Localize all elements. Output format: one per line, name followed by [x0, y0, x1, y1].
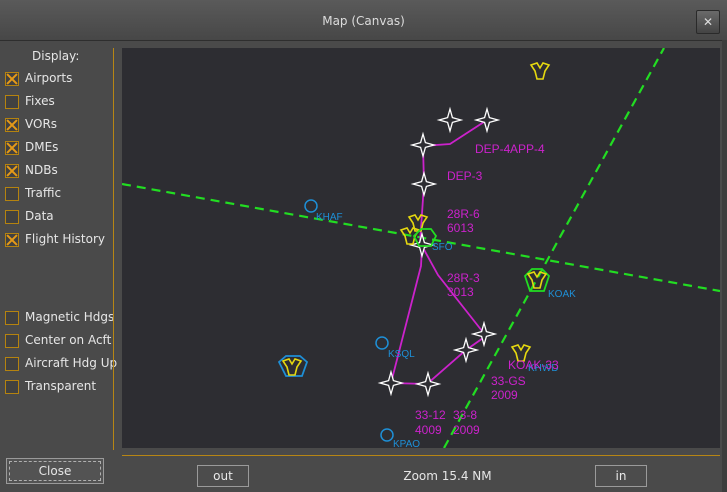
- sidebar-divider: [113, 48, 114, 450]
- option-label: NDBs: [25, 163, 58, 177]
- zoom-label: Zoom 15.4 NM: [403, 469, 492, 483]
- waypoint-star-icon: [438, 108, 462, 132]
- route-label: 28R-6: [447, 207, 480, 221]
- airport-icon: [380, 428, 394, 442]
- transparent-checkbox[interactable]: [5, 380, 19, 394]
- option-label: Fixes: [25, 94, 55, 108]
- airport-label: KPAO: [393, 439, 420, 448]
- airports-checkbox[interactable]: [5, 72, 19, 86]
- aircraft-hdg-up-checkbox[interactable]: [5, 357, 19, 371]
- route-label: 33-GS: [491, 374, 526, 388]
- option-label: Airports: [25, 71, 73, 85]
- route-label: 2009: [491, 388, 518, 402]
- close-button[interactable]: Close: [6, 458, 104, 484]
- ndbs-checkbox[interactable]: [5, 164, 19, 178]
- flight-history-checkbox[interactable]: [5, 233, 19, 247]
- window-title: Map (Canvas): [322, 14, 405, 28]
- title-bar[interactable]: Map (Canvas) ✕: [0, 0, 727, 41]
- option-label: Aircraft Hdg Up: [25, 356, 118, 370]
- magnetic-hdgs-checkbox[interactable]: [5, 311, 19, 325]
- airport-label: KHAF: [316, 212, 343, 223]
- map-svg: KHAF KSQL KPAO KOAK KHWD SFO DEP-4 APP-4…: [122, 48, 720, 448]
- option-label: Data: [25, 209, 54, 223]
- option-label: Traffic: [25, 186, 62, 200]
- route-label: DEP-4: [475, 142, 511, 156]
- route-label: 33-8: [453, 408, 477, 422]
- route-label: APP-4: [510, 142, 545, 156]
- waypoint-star-icon: [412, 172, 436, 196]
- data-checkbox[interactable]: [5, 210, 19, 224]
- airport-icon: [375, 336, 389, 350]
- airport-icon: [304, 199, 318, 213]
- display-label: Display:: [32, 49, 80, 63]
- option-label: Flight History: [25, 232, 106, 246]
- route-label: 33-12: [415, 408, 446, 422]
- window-close-icon[interactable]: ✕: [696, 10, 720, 34]
- option-label: Magnetic Hdgs: [25, 310, 115, 324]
- fixes-checkbox[interactable]: [5, 95, 19, 109]
- dmes-checkbox[interactable]: [5, 141, 19, 155]
- vortac-hex-icon: [523, 268, 551, 292]
- option-label: DMEs: [25, 140, 59, 154]
- map-canvas[interactable]: KHAF KSQL KPAO KOAK KHWD SFO DEP-4 APP-4…: [122, 48, 720, 448]
- waypoint-star-icon: [475, 108, 499, 132]
- option-label: Transparent: [25, 379, 97, 393]
- vors-checkbox[interactable]: [5, 118, 19, 132]
- vortac-hex-icon: [277, 355, 309, 377]
- option-label: Center on Acft: [25, 333, 112, 347]
- center-on-acft-checkbox[interactable]: [5, 334, 19, 348]
- zoom-in-button[interactable]: in: [595, 465, 647, 487]
- display-sidebar: Display: Airports Fixes VORs DMEs NDBs T…: [0, 40, 118, 492]
- footer-divider: [122, 455, 720, 456]
- route-label: 3013: [447, 285, 474, 299]
- route-label: 4009: [415, 423, 442, 437]
- route-label: KOAK-33: [508, 358, 559, 372]
- window-border: [722, 40, 727, 492]
- traffic-checkbox[interactable]: [5, 187, 19, 201]
- airport-label: KOAK: [548, 289, 576, 300]
- airport-label: KSQL: [388, 349, 415, 360]
- waypoint-star-icon: [411, 133, 435, 157]
- zoom-out-button[interactable]: out: [197, 465, 249, 487]
- route-label: DEP-3: [447, 169, 483, 183]
- route-label: 28R-3: [447, 271, 480, 285]
- waypoint-star-icon: [379, 371, 403, 395]
- route-label: 2009: [453, 423, 480, 437]
- route-label: 6013: [447, 221, 474, 235]
- vortac-icon: [530, 62, 550, 80]
- airport-label: SFO: [432, 242, 453, 253]
- option-label: VORs: [25, 117, 58, 131]
